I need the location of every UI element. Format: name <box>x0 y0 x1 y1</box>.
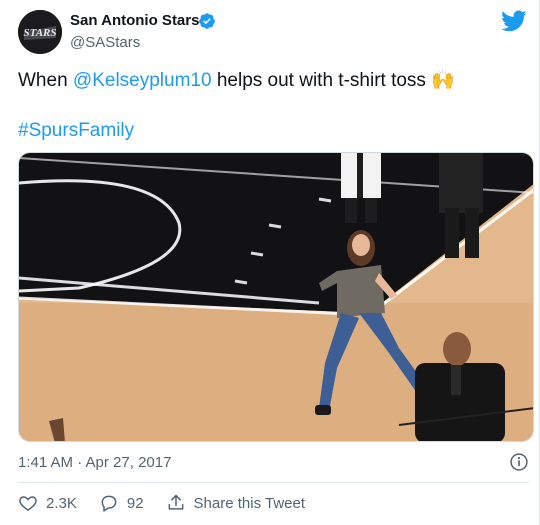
avatar-logo-text: STARS <box>23 27 56 39</box>
hashtag-link[interactable]: #SpursFamily <box>18 120 134 141</box>
tweet-actions: 2.3K 92 Share this Tweet <box>18 492 327 514</box>
reply-count: 92 <box>126 494 144 512</box>
reply-bubble-icon <box>101 495 117 512</box>
tweet-timestamp[interactable]: 1:41 AM · Apr 27, 2017 <box>18 454 171 471</box>
tweet-card: STARS San Antonio Stars @SAStars When @K… <box>0 0 540 525</box>
video-frame <box>19 153 533 441</box>
tweet-text-suffix: helps out with t-shirt toss 🙌 <box>211 70 455 91</box>
hashtag-line: #SpursFamily <box>18 118 134 144</box>
stars-logo-icon: STARS <box>18 10 62 54</box>
tweet-text: When @Kelseyplum10 helps out with t-shir… <box>18 68 455 94</box>
reply-button[interactable]: 92 <box>99 493 144 513</box>
share-icon <box>168 494 183 510</box>
heart-icon <box>19 496 37 511</box>
author-handle[interactable]: @SAStars <box>70 34 140 51</box>
like-count: 2.3K <box>46 494 77 512</box>
info-icon[interactable] <box>509 452 529 472</box>
author-name[interactable]: San Antonio Stars <box>70 12 199 29</box>
twitter-bird-icon[interactable] <box>501 8 527 34</box>
share-button[interactable]: Share this Tweet <box>166 493 305 513</box>
tweet-media-video[interactable] <box>18 152 534 442</box>
like-button[interactable]: 2.3K <box>18 493 77 513</box>
tweet-text-prefix: When <box>18 70 73 91</box>
verified-badge-icon <box>199 13 215 29</box>
avatar[interactable]: STARS <box>18 10 62 54</box>
divider <box>18 482 529 483</box>
mention-link[interactable]: @Kelseyplum10 <box>73 70 212 91</box>
share-label: Share this Tweet <box>193 494 305 512</box>
